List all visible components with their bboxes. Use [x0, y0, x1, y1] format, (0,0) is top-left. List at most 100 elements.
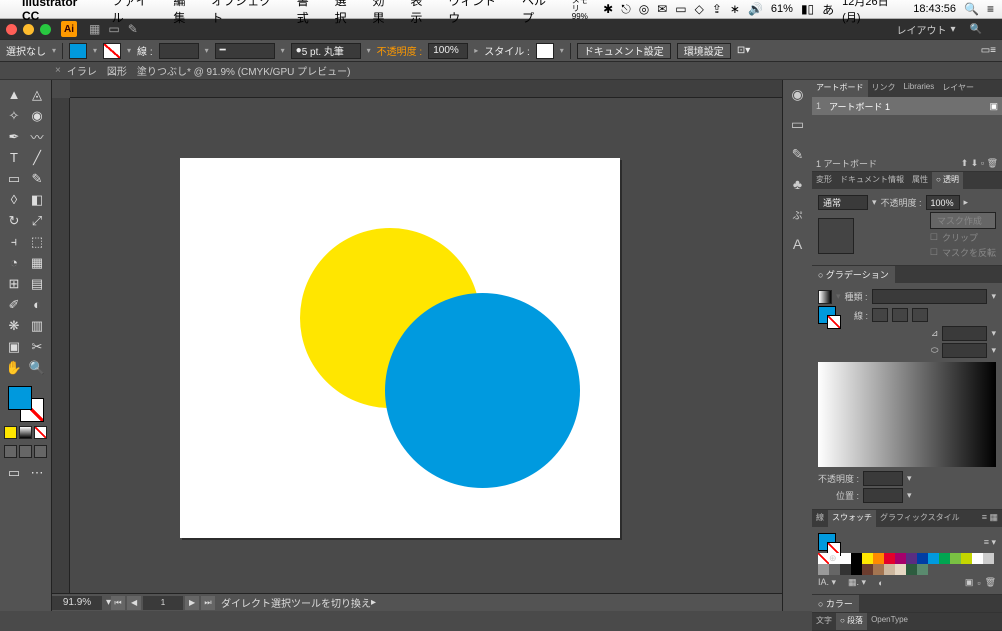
color-swatch[interactable]	[851, 564, 862, 575]
document-setup-button[interactable]: ドキュメント設定	[577, 43, 671, 59]
document-title[interactable]: イラレ 図形 塗りつぶし* @ 91.9% (CMYK/GPU プレビュー)	[67, 63, 351, 78]
attributes-tab[interactable]: 属性	[908, 172, 932, 189]
mesh-tool[interactable]: ⊞	[3, 273, 26, 294]
graph-tool[interactable]: ▥	[26, 315, 49, 336]
color-swatch[interactable]	[884, 553, 895, 564]
clip-checkbox[interactable]: クリップ	[930, 231, 996, 244]
none-mode-icon[interactable]	[34, 426, 47, 439]
color-swatch[interactable]	[950, 553, 961, 564]
artboard-row[interactable]: 1 アートボード 1 ▣	[812, 97, 1002, 115]
gradient-mode-icon[interactable]	[19, 426, 32, 439]
swatch-fillstroke-icon[interactable]	[818, 533, 836, 551]
links-tab[interactable]: リンク	[868, 80, 900, 97]
color-swatch[interactable]	[818, 564, 829, 575]
symbols-icon[interactable]: ♣	[788, 174, 808, 194]
new-group-icon[interactable]: ▣	[965, 577, 974, 588]
zoom-tool[interactable]: 🔍	[26, 357, 49, 378]
perspective-tool[interactable]: ▦	[26, 252, 49, 273]
chevron-down-icon[interactable]: ▾	[951, 24, 956, 35]
menubar-time[interactable]: 18:43:56	[913, 3, 956, 15]
paragraph-tab[interactable]: ○ 段落	[836, 613, 867, 630]
brushes-icon[interactable]: ✎	[788, 144, 808, 164]
arrange-icon[interactable]: ▭	[108, 22, 119, 36]
swatch-options-icon[interactable]: ◐	[878, 578, 883, 588]
color-swatch[interactable]	[906, 553, 917, 564]
color-swatch[interactable]	[851, 553, 862, 564]
direct-selection-tool[interactable]: ◬	[26, 84, 49, 105]
invert-mask-checkbox[interactable]: マスクを反転	[930, 246, 996, 259]
opentype-tab[interactable]: OpenType	[867, 613, 912, 630]
canvas[interactable]	[70, 98, 782, 593]
grad-stroke-3-icon[interactable]	[912, 308, 928, 322]
color-swatch[interactable]	[917, 564, 928, 575]
color-swatch[interactable]	[939, 553, 950, 564]
color-swatch[interactable]	[840, 564, 851, 575]
menu-view[interactable]: 表示	[410, 0, 434, 26]
bluetooth-icon[interactable]: ∗	[730, 2, 740, 16]
gradient-thumb-icon[interactable]	[818, 290, 832, 304]
align-icon[interactable]: ⊡▾	[737, 45, 750, 56]
zoom-window-icon[interactable]	[40, 24, 51, 35]
next-artboard-icon[interactable]: ▶	[185, 596, 199, 610]
move-up-icon[interactable]: ⬆	[961, 158, 969, 168]
opacity-field[interactable]: 100%	[428, 43, 468, 59]
menu-object[interactable]: オブジェクト	[211, 0, 283, 26]
stroke-swatch[interactable]	[103, 43, 121, 59]
cc-icon[interactable]: ◎	[639, 2, 649, 16]
zoom-level[interactable]: 91.9%	[52, 596, 102, 610]
color-swatch[interactable]	[928, 553, 939, 564]
slice-tool[interactable]: ✂	[26, 336, 49, 357]
transparency-tab[interactable]: ○ 透明	[932, 172, 963, 189]
color-swatch[interactable]	[862, 564, 873, 575]
gradient-tool[interactable]: ▤	[26, 273, 49, 294]
fill-swatch[interactable]	[69, 43, 87, 59]
ime-icon[interactable]: あ	[822, 1, 834, 18]
make-mask-button[interactable]: マスク作成	[930, 212, 996, 229]
grad-stroke-2-icon[interactable]	[892, 308, 908, 322]
layers-tab[interactable]: レイヤー	[938, 80, 978, 97]
blue-circle-shape[interactable]	[385, 293, 580, 488]
minimize-window-icon[interactable]	[23, 24, 34, 35]
menu-select[interactable]: 選択	[335, 0, 359, 26]
color-swatch[interactable]	[873, 564, 884, 575]
first-artboard-icon[interactable]: ⏮	[111, 596, 125, 610]
grad-type-field[interactable]	[872, 289, 988, 304]
menu-effect[interactable]: 効果	[373, 0, 397, 26]
artboard-tab[interactable]: アートボード	[812, 80, 868, 97]
type-tool[interactable]: T	[3, 147, 26, 168]
character-tab[interactable]: 文字	[812, 613, 836, 630]
scale-tool[interactable]: ⤢	[26, 210, 49, 231]
close-tab-icon[interactable]: ×	[55, 65, 61, 76]
new-swatch-icon[interactable]: ▫	[977, 578, 980, 588]
gradient-tab[interactable]: ○ グラデーション	[812, 266, 895, 283]
volume-icon[interactable]: 🔊	[748, 2, 763, 16]
grad-angle-field[interactable]	[942, 326, 987, 341]
selection-tool[interactable]: ▲	[3, 84, 26, 105]
screen-mode-tool[interactable]: ▭	[3, 462, 26, 483]
line-tool[interactable]: ╱	[26, 147, 49, 168]
draw-inside-icon[interactable]	[34, 445, 47, 458]
menu-help[interactable]: ヘルプ	[522, 0, 558, 26]
graphic-style-swatch[interactable]	[536, 43, 554, 59]
stroke-panel-tab[interactable]: 線	[812, 510, 828, 527]
app-name[interactable]: Illustrator CC	[22, 0, 98, 23]
swatches-tab[interactable]: スウォッチ	[828, 510, 876, 527]
color-swatch[interactable]	[895, 564, 906, 575]
color-swatch[interactable]	[829, 564, 840, 575]
last-artboard-icon[interactable]: ⏭	[201, 596, 215, 610]
airdrop-icon[interactable]: ◇	[695, 2, 704, 16]
status-hint[interactable]: ダイレクト選択ツールを切り換え	[221, 595, 371, 610]
eyedropper-tool[interactable]: ✐	[3, 294, 26, 315]
tp-opacity-field[interactable]: 100%	[926, 195, 960, 210]
menu-icon[interactable]: ≡	[987, 2, 994, 16]
battery-icon[interactable]: ▮▯	[801, 2, 814, 16]
stroke-weight-field[interactable]	[159, 43, 199, 59]
wifi-icon[interactable]: ⇪	[712, 2, 722, 16]
edit-toolbar-icon[interactable]: ⋯	[26, 462, 49, 483]
glyph-icon[interactable]: A	[788, 234, 808, 254]
free-transform-tool[interactable]: ⬚	[26, 231, 49, 252]
delete-swatch-icon[interactable]: 🗑	[985, 577, 996, 588]
blend-tool[interactable]: ◐	[26, 294, 49, 315]
width-tool[interactable]: ⫞	[3, 231, 26, 252]
grad-opacity-field[interactable]	[863, 471, 903, 486]
